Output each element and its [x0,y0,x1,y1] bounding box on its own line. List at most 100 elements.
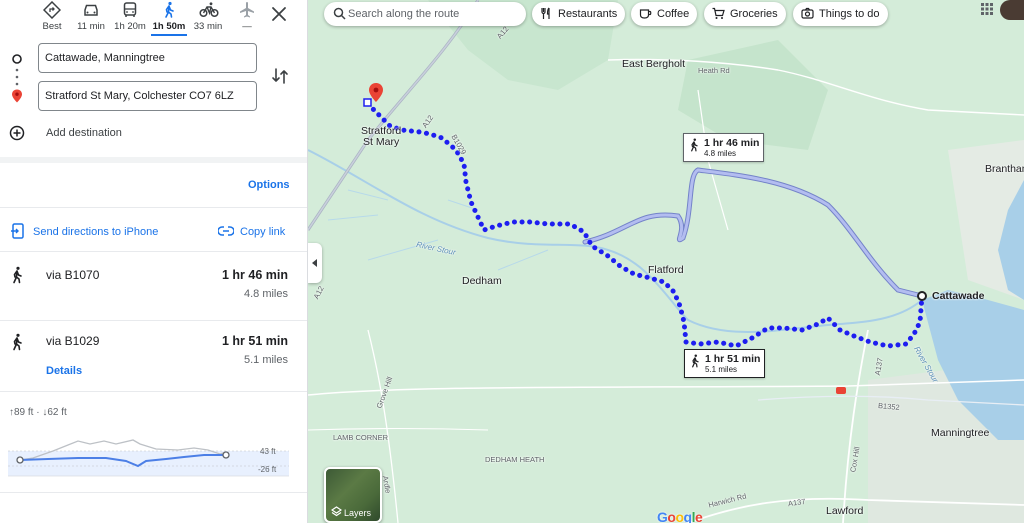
chip-label: Things to do [819,8,880,20]
layers-button[interactable]: Layers [324,467,382,523]
destination-dot [363,98,372,107]
alternative-route[interactable] [583,168,924,298]
restaurant-icon [541,7,550,19]
section-divider [0,207,307,208]
minor-road [308,427,489,431]
route-via: via B1070 [46,268,100,282]
close-icon [272,7,286,21]
section-divider [0,251,307,252]
account-avatar[interactable] [1000,0,1024,20]
label-dedham: Dedham [462,275,502,287]
elevation-end-marker [222,451,230,459]
walking-icon [691,138,698,152]
flight-icon [240,2,254,18]
add-circle-icon[interactable] [9,125,25,141]
chip-groceries[interactable]: Groceries [704,2,786,26]
camera-icon [801,7,814,19]
travel-mode-bar: Best 11 min 1h 20m 1h 50m 33 min — [0,0,307,36]
tributary-streams [327,189,549,271]
walking-icon [13,333,22,351]
origin-circle-icon [12,54,22,64]
a12-road-inner [308,0,479,231]
section-divider [0,320,307,321]
collapse-panel-button[interactable] [308,243,322,283]
label-b1352: B1352 [877,401,901,412]
route-distance: 4.8 miles [243,288,288,300]
mode-flight[interactable]: — [227,0,267,36]
google-logo: Google [657,509,703,523]
label-brantham: Branthan [985,163,1024,175]
elevation-summary: ↑89 ft · ↓62 ft [9,407,67,418]
route-duration: 1 hr 51 min [222,334,288,348]
callout-distance: 4.8 miles [704,149,737,158]
selected-route-callout[interactable]: 1 hr 51 min 5.1 miles [684,349,766,378]
apps-grid-icon[interactable] [980,2,994,16]
chip-coffee[interactable]: Coffee [631,2,698,26]
label-stratford-st-mary: Stratford St Mary [361,125,402,148]
chip-restaurants[interactable]: Restaurants [532,2,626,26]
elevation-profile-chart: 43 ft -26 ft [8,439,289,477]
callout-duration: 1 hr 51 min [705,353,761,365]
chip-label: Groceries [730,8,778,20]
route-distance: 5.1 miles [243,354,288,366]
route-via: via B1029 [46,334,100,348]
train-station-icon[interactable] [836,387,846,394]
search-icon [333,7,346,20]
origin-marker[interactable] [917,291,927,301]
layers-label: Layers [344,508,372,518]
callout-distance: 5.1 miles [705,365,738,374]
section-divider [0,391,307,392]
alternative-route-outline [582,167,925,299]
elevation-min-label: -26 ft [258,465,277,474]
map-canvas[interactable]: East Bergholt Heath Rd Stratford St Mary… [308,0,1024,523]
label-cattawade: Cattawade [932,290,985,302]
origin-input[interactable]: Cattawade, Manningtree [38,43,257,73]
car-icon [84,4,98,16]
close-directions-button[interactable] [266,1,292,27]
route-duration: 1 hr 46 min [222,268,288,282]
directions-panel: Best 11 min 1h 20m 1h 50m 33 min — Catta… [0,0,308,523]
bicycle-icon [199,2,219,18]
elevation-start-marker [16,456,24,464]
label-heath-rd: Heath Rd [698,66,730,75]
swap-vertical-icon [272,68,288,84]
section-divider [0,157,307,163]
copy-link-button[interactable]: Copy link [240,226,285,238]
route-dots-icon [15,68,19,86]
river-stour-line [308,149,923,333]
destination-pin-icon [12,89,22,103]
walking-icon [13,266,22,284]
walking-icon [692,354,699,368]
elevation-band [8,451,289,476]
callout-duration: 1 hr 46 min [704,137,760,149]
section-divider [0,492,307,493]
elevation-max-label: 43 ft [260,447,276,456]
add-destination-button[interactable]: Add destination [46,127,122,139]
destination-input[interactable]: Stratford St Mary, Colchester CO7 6LZ [38,81,257,111]
a12-road [308,0,480,231]
search-along-route-input[interactable] [348,5,518,23]
directions-diamond-icon [43,1,61,19]
walking-icon [165,1,174,18]
layers-icon [331,506,342,517]
search-along-route[interactable] [324,2,526,26]
label-manningtree: Manningtree [931,427,990,439]
label-east-bergholt: East Bergholt [622,58,686,70]
a137-road [842,329,869,523]
route-details-link[interactable]: Details [46,365,82,377]
share-row: Send directions to iPhone Copy link [0,222,307,242]
coffee-icon [639,9,652,19]
label-lawford: Lawford [826,505,864,517]
route-option-2[interactable]: via B1029 1 hr 51 min 5.1 miles Details [0,325,307,387]
swap-button[interactable] [270,66,290,86]
alternative-route-callout[interactable]: 1 hr 46 min 4.8 miles [683,133,765,162]
label-dedham-heath: DEDHAM HEATH [485,455,545,464]
label-flatford: Flatford [648,264,684,276]
link-icon [218,226,234,236]
transit-icon [123,2,137,17]
options-button[interactable]: Options [248,179,290,191]
send-directions-link[interactable]: Send directions to iPhone [33,226,158,238]
label-lamb-corner: LAMB CORNER [333,433,389,442]
chip-things-to-do[interactable]: Things to do [793,2,888,26]
route-option-1[interactable]: via B1070 1 hr 46 min 4.8 miles [0,258,307,316]
